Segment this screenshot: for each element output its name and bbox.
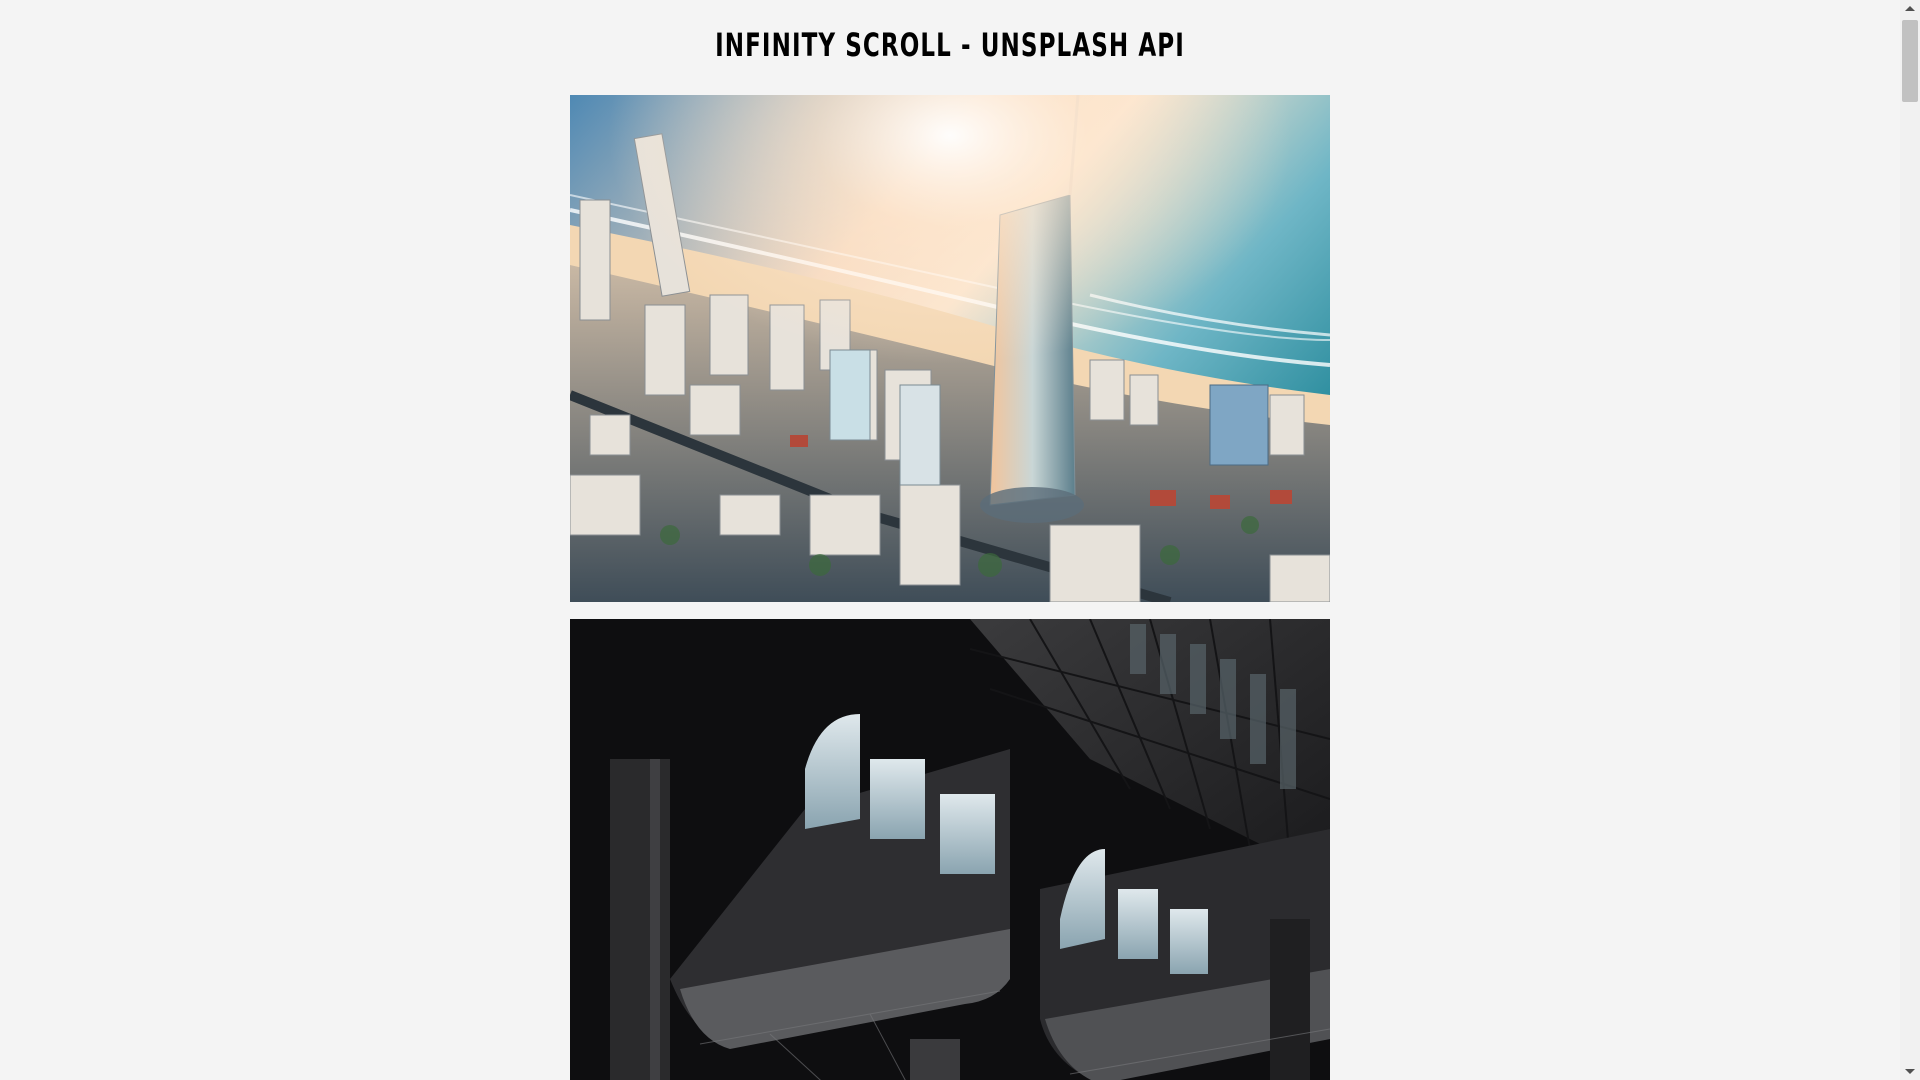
photo-link-1[interactable] [570,95,1330,602]
page-title: INFINITY SCROLL - UNSPLASH API [715,26,1185,64]
photo-link-2[interactable] [570,619,1330,1080]
scroll-down-arrow-icon[interactable] [1900,1063,1920,1080]
vertical-scrollbar[interactable] [1900,0,1920,1080]
page-viewport: INFINITY SCROLL - UNSPLASH API [0,0,1900,1080]
photo-aerial-coastal-city [570,95,1330,602]
image-container [570,95,1330,1080]
scrollbar-thumb[interactable] [1902,20,1918,102]
scroll-up-arrow-icon[interactable] [1900,0,1920,17]
photo-dark-building-facade [570,619,1330,1080]
